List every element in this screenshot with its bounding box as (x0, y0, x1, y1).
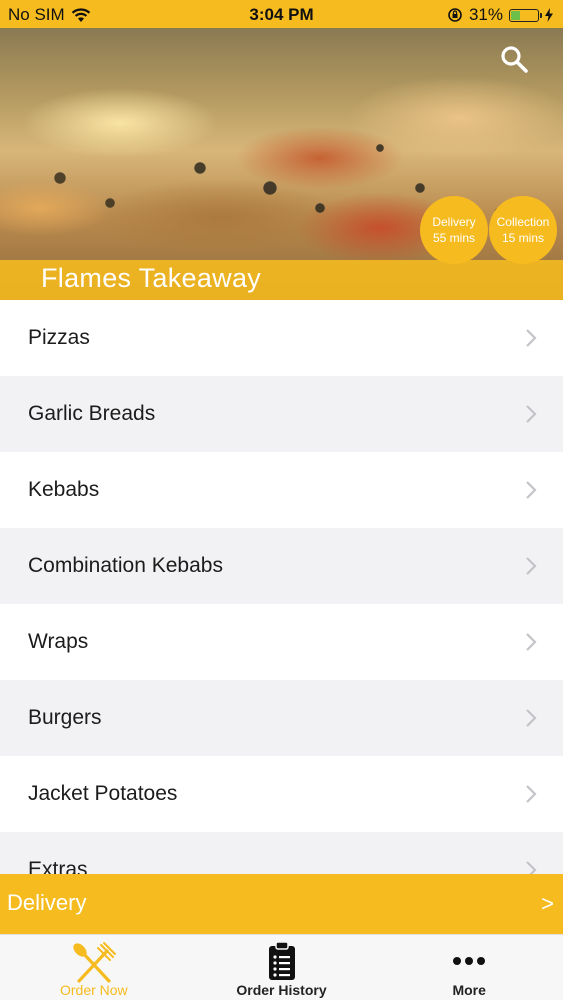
chevron-right-icon (526, 481, 537, 499)
chevron-right-icon (526, 329, 537, 347)
menu-item-label: Extras (28, 858, 88, 874)
menu-item-label: Garlic Breads (28, 402, 156, 425)
delivery-badge-time: 55 mins (432, 231, 476, 245)
clipboard-icon (268, 941, 295, 980)
tab-bar: Order Now Order History More (0, 934, 563, 1000)
chevron-right-icon (526, 709, 537, 727)
battery-icon (509, 8, 542, 22)
menu-item-label: Combination Kebabs (28, 554, 223, 577)
menu-item-extras[interactable]: Extras (0, 832, 563, 874)
delivery-badge-label: Delivery (432, 215, 476, 229)
delivery-mode-label: Delivery (7, 890, 87, 915)
tab-more[interactable]: More (375, 935, 563, 1000)
search-icon[interactable] (499, 44, 529, 74)
orientation-lock-icon (448, 8, 462, 22)
arrow-right-icon: > (541, 891, 554, 916)
menu-item-pizzas[interactable]: Pizzas (0, 300, 563, 376)
menu-item-garlic-breads[interactable]: Garlic Breads (0, 376, 563, 452)
chevron-right-icon (526, 861, 537, 874)
collection-badge-label: Collection (496, 215, 550, 229)
menu-item-wraps[interactable]: Wraps (0, 604, 563, 680)
battery-percent: 31% (468, 5, 503, 24)
menu-item-label: Burgers (28, 706, 102, 729)
hero-banner: Flames Takeaway (0, 28, 563, 300)
tab-order-now[interactable]: Order Now (0, 935, 188, 1000)
menu-item-label: Wraps (28, 630, 89, 653)
menu-category-list[interactable]: Pizzas Garlic Breads Kebabs Combination … (0, 300, 563, 874)
delivery-mode-bar[interactable]: Delivery > (0, 874, 563, 934)
menu-item-burgers[interactable]: Burgers (0, 680, 563, 756)
menu-item-label: Pizzas (28, 326, 90, 349)
chevron-right-icon (526, 785, 537, 803)
tab-order-history[interactable]: Order History (188, 935, 376, 1000)
collection-time-badge: Collection 15 mins (489, 196, 557, 264)
menu-item-jacket-potatoes[interactable]: Jacket Potatoes (0, 756, 563, 832)
collection-badge-time: 15 mins (501, 231, 545, 245)
tab-label: More (452, 982, 486, 998)
menu-item-label: Kebabs (28, 478, 100, 501)
tab-label: Order History (236, 982, 327, 998)
chevron-right-icon (526, 633, 537, 651)
status-bar: No SIM 3:04 PM 31% (0, 0, 563, 28)
menu-item-label: Jacket Potatoes (28, 782, 178, 805)
restaurant-name: Flames Takeaway (41, 263, 262, 293)
tab-label: Order Now (59, 982, 128, 998)
menu-item-combination-kebabs[interactable]: Combination Kebabs (0, 528, 563, 604)
charging-icon (545, 8, 553, 22)
chevron-right-icon (526, 405, 537, 423)
delivery-time-badge: Delivery 55 mins (420, 196, 488, 264)
menu-item-kebabs[interactable]: Kebabs (0, 452, 563, 528)
more-dots-icon (453, 957, 486, 965)
chevron-right-icon (526, 557, 537, 575)
fork-knife-icon (73, 942, 116, 983)
